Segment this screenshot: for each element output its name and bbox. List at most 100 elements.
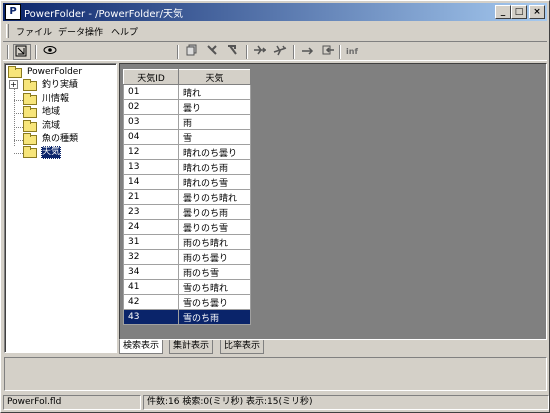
menu-file[interactable]: ファイル [16, 25, 52, 38]
cell-weather-id[interactable]: 13 [123, 159, 179, 175]
folder-icon [23, 133, 37, 145]
folder-icon [23, 120, 37, 132]
tab-summary-view[interactable]: 集計表示 [169, 340, 214, 354]
table-row[interactable]: 24 曇りのち雪 [123, 219, 251, 235]
cell-weather-id[interactable]: 41 [123, 279, 179, 295]
tree-item-label: 釣り実績 [42, 80, 79, 90]
cell-weather[interactable]: 雪 [178, 129, 251, 145]
table-row[interactable]: 43 雪のち雨 [123, 309, 251, 325]
tab-ratio-view[interactable]: 比率表示 [220, 340, 265, 354]
tree-item-label: 川情報 [42, 94, 70, 104]
cell-weather-id[interactable]: 21 [123, 189, 179, 205]
cell-weather[interactable]: 雪のち晴れ [178, 279, 251, 295]
table-row[interactable]: 32 雨のち曇り [123, 249, 251, 265]
cell-weather[interactable]: 雨のち雪 [178, 264, 251, 280]
column-header-weather-id[interactable]: 天気ID [123, 69, 179, 85]
cell-weather[interactable]: 晴れのち曇り [178, 144, 251, 160]
forward-icon[interactable] [299, 44, 317, 60]
data-grid[interactable]: 天気ID 天気 01 晴れ 02 曇り 03 雨 04 雪 12 晴れのち曇り 13 晴れのち雨 14 晴… [123, 69, 251, 325]
back-icon[interactable] [319, 44, 337, 60]
tree-line [14, 153, 23, 154]
menu-grip[interactable] [6, 24, 9, 38]
cell-weather[interactable]: 曇りのち雪 [178, 219, 251, 235]
expand-icon[interactable]: + [9, 80, 18, 89]
cell-weather[interactable]: 雪のち曇り [178, 294, 251, 310]
folder-icon [23, 93, 37, 105]
title-bar[interactable]: P PowerFolder - /PowerFolder/天気 _ □ × [3, 3, 547, 21]
tree-line [14, 140, 23, 141]
column-header-weather[interactable]: 天気 [178, 69, 251, 85]
table-row[interactable]: 13 晴れのち雨 [123, 159, 251, 175]
tree-item-label: 地域 [42, 107, 61, 117]
table-row[interactable]: 34 雨のち雪 [123, 264, 251, 280]
cell-weather[interactable]: 曇りのち晴れ [178, 189, 251, 205]
cell-weather-id[interactable]: 12 [123, 144, 179, 160]
table-row[interactable]: 04 雪 [123, 129, 251, 145]
cell-weather-id[interactable]: 43 [123, 309, 179, 325]
table-row[interactable]: 21 曇りのち晴れ [123, 189, 251, 205]
tree-root-label: PowerFolder [27, 67, 83, 77]
status-bar: PowerFol.fld 件数:16 検索:0(ミリ秒) 表示:15(ミリ秒) [3, 394, 549, 411]
cell-weather[interactable]: 雨のち晴れ [178, 234, 251, 250]
table-row[interactable]: 23 曇りのち雨 [123, 204, 251, 220]
menu-help[interactable]: ヘルプ [111, 25, 138, 38]
cell-weather-id[interactable]: 02 [123, 99, 179, 115]
toolbar-separator [339, 45, 341, 59]
folder-icon [8, 66, 22, 78]
cell-weather[interactable]: 曇り [178, 99, 251, 115]
table-row[interactable]: 42 雪のち曇り [123, 294, 251, 310]
info-icon[interactable]: inf [343, 44, 361, 60]
cell-weather[interactable]: 曇りのち雨 [178, 204, 251, 220]
table-row[interactable]: 03 雨 [123, 114, 251, 130]
cell-weather-id[interactable]: 03 [123, 114, 179, 130]
cell-weather[interactable]: 晴れ [178, 84, 251, 100]
minimize-button[interactable]: _ [495, 5, 511, 19]
cell-weather[interactable]: 晴れのち雪 [178, 174, 251, 190]
cell-weather[interactable]: 雨のち曇り [178, 249, 251, 265]
cell-weather-id[interactable]: 42 [123, 294, 179, 310]
cell-weather-id[interactable]: 23 [123, 204, 179, 220]
cell-weather-id[interactable]: 31 [123, 234, 179, 250]
cell-weather-id[interactable]: 14 [123, 174, 179, 190]
cut-icon[interactable] [203, 44, 221, 60]
close-button[interactable]: × [529, 5, 545, 19]
folder-icon [23, 106, 37, 118]
table-row[interactable]: 31 雨のち晴れ [123, 234, 251, 250]
sort-icon[interactable] [223, 44, 241, 60]
menu-bar: ファイル データ操作 ヘルプ [3, 22, 547, 40]
copy-icon[interactable] [183, 44, 201, 60]
cell-weather-id[interactable]: 24 [123, 219, 179, 235]
export-icon[interactable] [13, 44, 31, 60]
table-row[interactable]: 01 晴れ [123, 84, 251, 100]
maximize-button[interactable]: □ [511, 5, 527, 19]
cell-weather[interactable]: 雨 [178, 114, 251, 130]
cell-weather-id[interactable]: 01 [123, 84, 179, 100]
tab-search-view[interactable]: 検索表示 [119, 340, 164, 354]
cell-weather-id[interactable]: 32 [123, 249, 179, 265]
table-row[interactable]: 12 晴れのち曇り [123, 144, 251, 160]
cell-weather-id[interactable]: 04 [123, 129, 179, 145]
tree-item-label: 流域 [42, 121, 61, 131]
cell-weather[interactable]: 雪のち雨 [178, 309, 251, 325]
folder-tree[interactable]: PowerFolder + 釣り実績 川情報 地域 流域 魚の種類 天気 [4, 63, 117, 353]
tree-line [14, 127, 23, 128]
status-stats: 件数:16 検索:0(ミリ秒) 表示:15(ミリ秒) [143, 395, 549, 410]
app-icon[interactable]: P [5, 4, 21, 20]
table-row[interactable]: 41 雪のち晴れ [123, 279, 251, 295]
tree-item-label: 魚の種類 [42, 134, 79, 144]
cell-weather-id[interactable]: 34 [123, 264, 179, 280]
menu-data-operations[interactable]: データ操作 [58, 25, 103, 38]
view-icon[interactable] [41, 44, 59, 60]
plane-icon[interactable] [251, 44, 269, 60]
data-grid-pane[interactable]: 天気ID 天気 01 晴れ 02 曇り 03 雨 04 雪 12 晴れのち曇り 13 晴れのち雨 14 晴… [119, 63, 547, 340]
main-window: P PowerFolder - /PowerFolder/天気 _ □ × ファ… [0, 0, 550, 413]
window-title: PowerFolder - /PowerFolder/天気 [24, 9, 183, 20]
table-row[interactable]: 02 曇り [123, 99, 251, 115]
plane-alt-icon[interactable] [271, 44, 289, 60]
cell-weather[interactable]: 晴れのち雨 [178, 159, 251, 175]
toolbar-grip [7, 45, 9, 59]
toolbar-separator [35, 45, 37, 59]
tree-item-label: 天気 [41, 146, 62, 159]
lower-panel [4, 357, 547, 391]
table-row[interactable]: 14 晴れのち雪 [123, 174, 251, 190]
